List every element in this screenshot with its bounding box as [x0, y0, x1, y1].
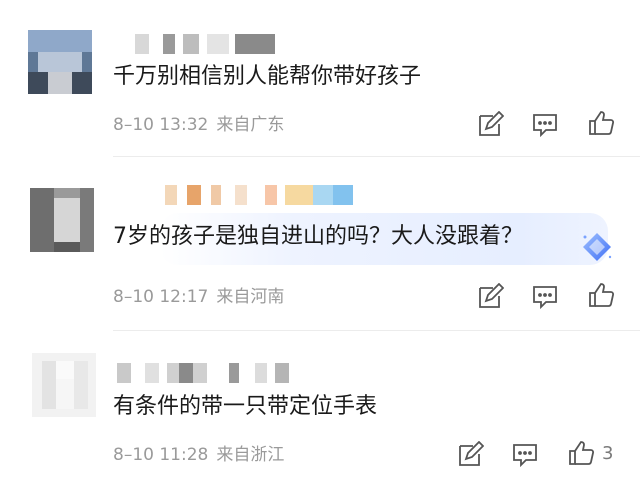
comment-item: 千万别相信别人能帮你带好孩子 8–10 13:32 来自广东: [0, 0, 640, 160]
avatar[interactable]: [30, 188, 94, 252]
comment-time: 8–10 13:32: [113, 115, 209, 135]
comment-location: 来自广东: [216, 115, 285, 135]
like-icon[interactable]: [586, 280, 616, 310]
comment-item: 有条件的带一只带定位手表 8–10 11:28 来自浙江 3: [0, 335, 640, 482]
comment-meta: 8–10 12:17 来自河南: [113, 286, 284, 308]
divider: [113, 156, 640, 157]
edit-icon[interactable]: [475, 110, 505, 140]
comment-icon[interactable]: [530, 282, 560, 312]
comment-meta: 8–10 13:32 来自广东: [113, 114, 284, 136]
comment-icon[interactable]: [530, 110, 560, 140]
like-icon[interactable]: [586, 108, 616, 138]
comment-text: 有条件的带一只带定位手表: [113, 394, 378, 419]
edit-icon[interactable]: [475, 282, 505, 312]
username-redacted[interactable]: [117, 363, 292, 383]
username-redacted[interactable]: [135, 34, 275, 54]
comment-time: 8–10 11:28: [113, 445, 209, 465]
comment-item: 7岁的孩子是独自进山的吗？大人没跟着？ 8–10 12:17 来自河南: [0, 160, 640, 335]
comment-text: 千万别相信别人能帮你带好孩子: [113, 64, 422, 89]
comment-meta: 8–10 11:28 来自浙江: [113, 444, 284, 466]
username-redacted[interactable]: [165, 185, 355, 205]
comment-icon[interactable]: [510, 440, 540, 470]
comment-location: 来自河南: [216, 287, 285, 307]
edit-icon[interactable]: [455, 440, 485, 470]
diamond-badge-icon: [583, 233, 612, 261]
avatar[interactable]: [28, 30, 92, 94]
avatar[interactable]: [32, 353, 96, 417]
like-count: 3: [602, 443, 614, 464]
comment-time: 8–10 12:17: [113, 287, 209, 307]
like-icon[interactable]: [566, 438, 596, 468]
divider: [113, 330, 640, 331]
comment-location: 来自浙江: [216, 445, 285, 465]
comment-text: 7岁的孩子是独自进山的吗？大人没跟着？: [113, 224, 523, 249]
